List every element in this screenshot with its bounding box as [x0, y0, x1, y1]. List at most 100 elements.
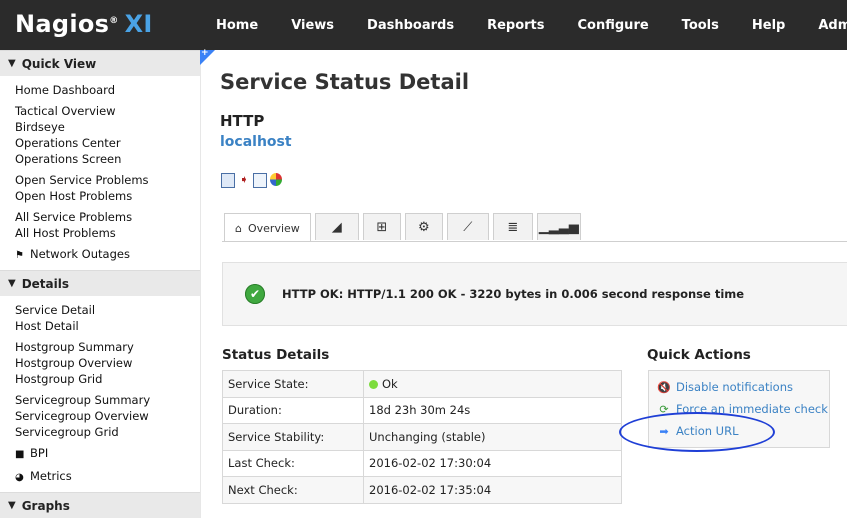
tab-overview[interactable]: ⌂ Overview	[224, 213, 311, 242]
main-nav: Home Views Dashboards Reports Configure …	[200, 0, 847, 50]
table-row: Service State: Ok	[222, 370, 622, 398]
tab-overview-label: Overview	[247, 221, 300, 235]
plus-icon[interactable]: +	[201, 48, 209, 58]
nav-admin[interactable]: Admin	[818, 18, 847, 33]
sidebar-item-bpi[interactable]: ■ BPI	[15, 445, 200, 463]
status-details-heading: Status Details	[222, 347, 330, 363]
nav-home[interactable]: Home	[216, 18, 258, 33]
notes-icon[interactable]	[253, 173, 267, 188]
sidebar-item-home-dashboard[interactable]: Home Dashboard	[15, 82, 200, 98]
nav-views[interactable]: Views	[291, 18, 334, 33]
sidebar-item-all-host-problems[interactable]: All Host Problems	[15, 225, 200, 241]
ok-check-icon: ✔	[245, 284, 265, 304]
row-value: 2016-02-02 17:35:04	[363, 476, 622, 504]
briefcase-icon: ■	[15, 449, 25, 460]
sidebar-item-hostgroup-grid[interactable]: Hostgroup Grid	[15, 371, 200, 387]
area-chart-icon: ◢	[331, 219, 342, 235]
sidebar-item-open-service-problems[interactable]: Open Service Problems	[15, 172, 200, 188]
quick-view-title: Quick View	[21, 56, 97, 71]
nagios-logo[interactable]: Nagios® XI	[15, 10, 153, 38]
table-row: Last Check: 2016-02-02 17:30:04	[222, 449, 622, 477]
sidebar-item-servicegroup-overview[interactable]: Servicegroup Overview	[15, 408, 200, 424]
service-state-value: Ok	[382, 376, 398, 391]
sidebar-item-operations-center[interactable]: Operations Center	[15, 135, 200, 151]
pie-chart-icon[interactable]	[270, 173, 282, 186]
table-row: Duration: 18d 23h 30m 24s	[222, 396, 622, 424]
tab-settings[interactable]: ⚙	[404, 213, 443, 240]
row-label: Next Check:	[222, 476, 364, 504]
row-label: Service Stability:	[222, 423, 364, 451]
nav-reports[interactable]: Reports	[487, 18, 544, 33]
gauge-icon: ◕	[15, 472, 24, 483]
quick-view-header[interactable]: ▼ Quick View	[0, 50, 200, 76]
status-output-box: ✔ HTTP OK: HTTP/1.1 200 OK - 3220 bytes …	[222, 262, 847, 326]
row-label: Last Check:	[222, 449, 364, 477]
home-icon: ⌂	[235, 221, 242, 235]
quick-actions-heading: Quick Actions	[647, 347, 751, 363]
sidebar-item-metrics[interactable]: ◕ Metrics	[15, 468, 200, 486]
sidebar: ▼ Quick View Home Dashboard Tactical Ove…	[0, 50, 201, 518]
chevron-down-icon: ▼	[8, 500, 16, 511]
status-dot-icon	[369, 379, 378, 389]
sidebar-item-network-outages[interactable]: ⚑ Network Outages	[15, 246, 200, 264]
signal-bars-icon: ▁▂▃▅	[538, 219, 579, 235]
sidebar-item-host-detail[interactable]: Host Detail	[15, 318, 200, 334]
highlight-ellipse-annotation	[619, 412, 775, 452]
page-title: Service Status Detail	[220, 70, 470, 94]
network-outages-label: Network Outages	[30, 247, 130, 261]
details-header[interactable]: ▼ Details	[0, 270, 200, 296]
top-navbar: Nagios® XI Home Views Dashboards Reports …	[0, 0, 847, 50]
sidebar-item-operations-screen[interactable]: Operations Screen	[15, 151, 200, 167]
graphs-header[interactable]: ▼ Graphs	[0, 492, 200, 518]
main-content: + Service Status Detail HTTP localhost ➧…	[200, 48, 847, 518]
service-icon-row: ➧	[221, 173, 282, 188]
nav-tools[interactable]: Tools	[682, 18, 719, 33]
sidebar-item-tactical-overview[interactable]: Tactical Overview	[15, 103, 200, 119]
sidebar-item-service-detail[interactable]: Service Detail	[15, 302, 200, 318]
line-chart-icon: ⟋	[463, 219, 473, 235]
bpi-label: BPI	[30, 446, 49, 460]
server-icon: ≣	[507, 219, 519, 235]
nav-dashboards[interactable]: Dashboards	[367, 18, 454, 33]
status-output-text: HTTP OK: HTTP/1.1 200 OK - 3220 bytes in…	[282, 287, 745, 301]
row-value: Ok	[363, 370, 622, 398]
tab-performance[interactable]: ◢	[314, 213, 359, 240]
plus-square-icon: ⊞	[376, 219, 388, 235]
metrics-label: Metrics	[30, 469, 72, 483]
host-link[interactable]: localhost	[220, 134, 292, 150]
details-menu: Service Detail Host Detail Hostgroup Sum…	[0, 296, 200, 492]
row-value: 2016-02-02 17:30:04	[363, 449, 622, 477]
tab-capacity[interactable]: ▁▂▃▅	[536, 213, 581, 240]
tab-graph[interactable]: ⟋	[446, 213, 489, 240]
send-icon[interactable]: ➧	[238, 173, 250, 186]
logo-suffix: XI	[124, 10, 153, 38]
sidebar-item-birdseye[interactable]: Birdseye	[15, 119, 200, 135]
logo-name: Nagios	[15, 10, 110, 38]
row-value: 18d 23h 30m 24s	[363, 396, 622, 424]
logo-reg: ®	[109, 16, 119, 26]
row-label: Duration:	[222, 396, 364, 424]
sidebar-item-hostgroup-summary[interactable]: Hostgroup Summary	[15, 339, 200, 355]
status-details-table: Service State: Ok Duration: 18d 23h 30m …	[222, 370, 622, 504]
sidebar-item-hostgroup-overview[interactable]: Hostgroup Overview	[15, 355, 200, 371]
nav-configure[interactable]: Configure	[578, 18, 649, 33]
row-value: Unchanging (stable)	[363, 423, 622, 451]
disable-notifications-link[interactable]: 🔇 Disable notifications	[657, 380, 793, 394]
disable-notifications-label: Disable notifications	[676, 380, 793, 394]
document-icon[interactable]	[221, 173, 235, 188]
sidebar-item-servicegroup-grid[interactable]: Servicegroup Grid	[15, 424, 200, 440]
tab-config[interactable]: ≣	[492, 213, 533, 240]
sidebar-item-all-service-problems[interactable]: All Service Problems	[15, 209, 200, 225]
details-title: Details	[21, 276, 70, 291]
gear-icon: ⚙	[417, 219, 430, 235]
graphs-title: Graphs	[21, 498, 70, 513]
tab-advanced[interactable]: ⊞	[362, 213, 401, 240]
sidebar-item-open-host-problems[interactable]: Open Host Problems	[15, 188, 200, 204]
table-row: Next Check: 2016-02-02 17:35:04	[222, 476, 622, 504]
row-label: Service State:	[222, 370, 364, 398]
sidebar-item-servicegroup-summary[interactable]: Servicegroup Summary	[15, 392, 200, 408]
nav-help[interactable]: Help	[752, 18, 785, 33]
tab-bar: ⌂ Overview ◢ ⊞ ⚙ ⟋ ≣ ▁▂▃▅	[224, 213, 585, 242]
flag-icon: ⚑	[15, 250, 24, 261]
chevron-down-icon: ▼	[8, 58, 16, 69]
